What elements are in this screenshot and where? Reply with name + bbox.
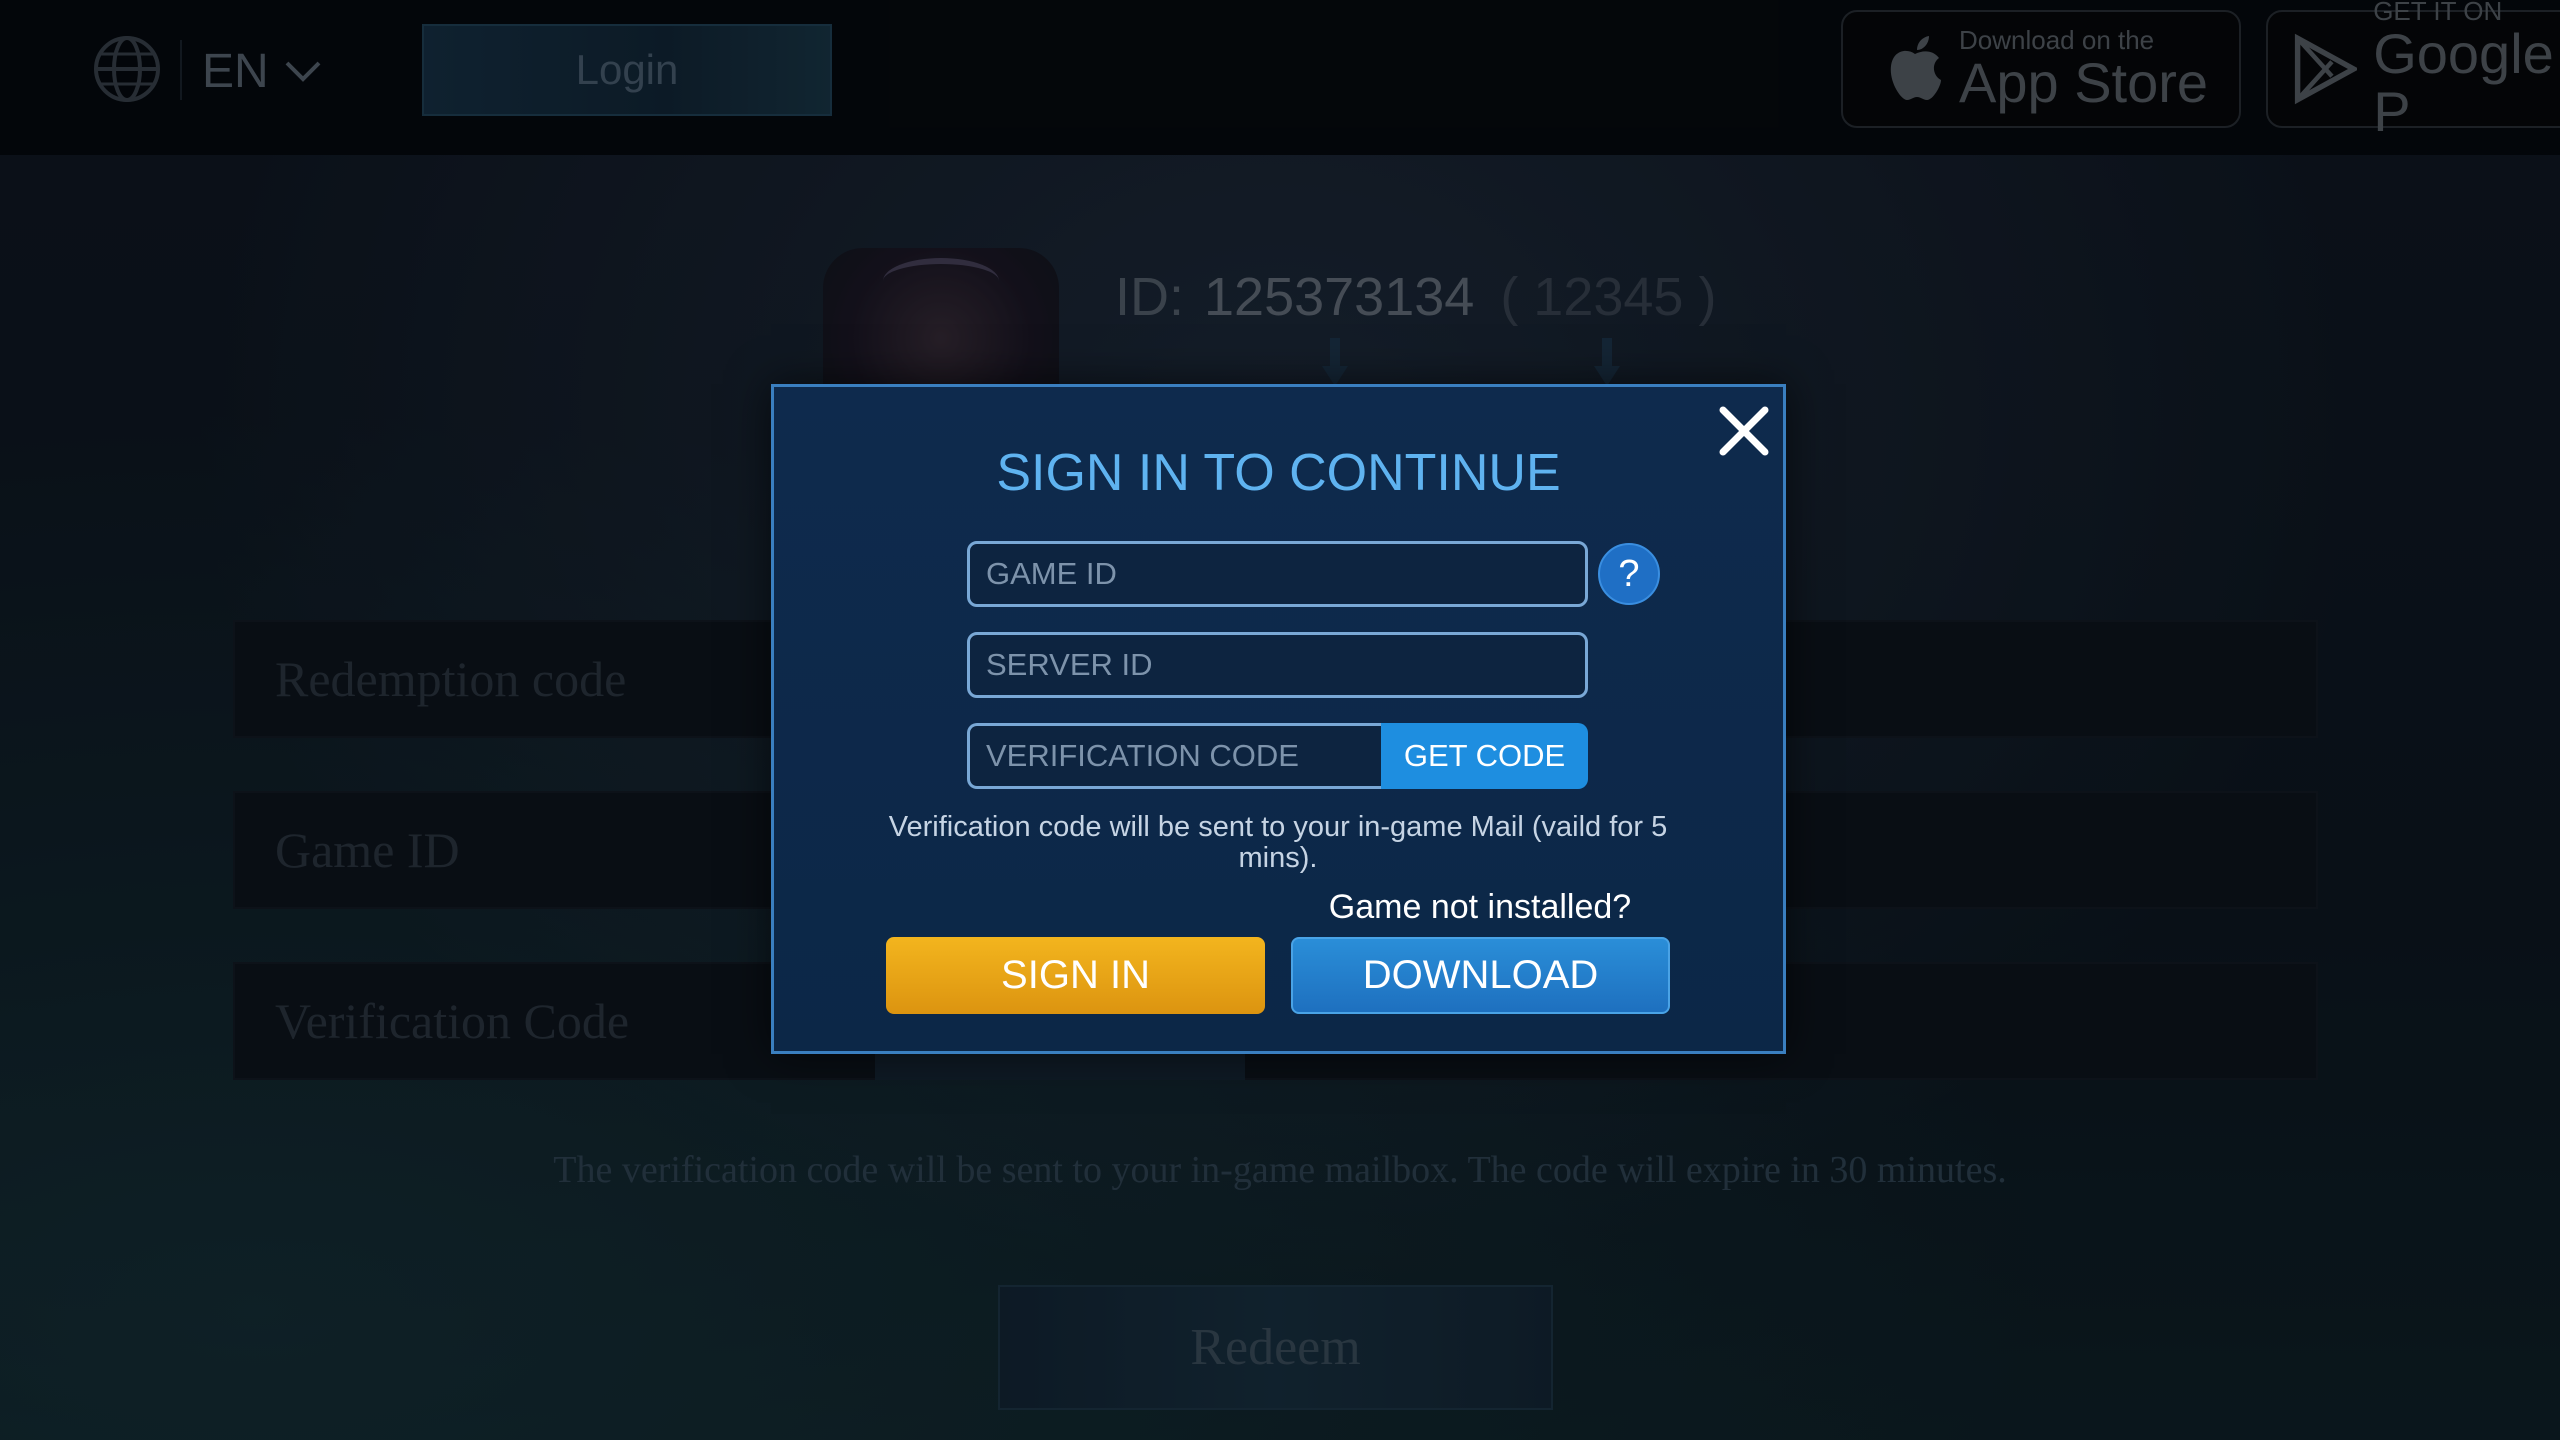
get-code-button[interactable]: GET CODE xyxy=(1381,723,1588,789)
sign-in-button[interactable]: SIGN IN xyxy=(886,937,1265,1014)
server-id-input[interactable]: SERVER ID xyxy=(967,632,1588,698)
server-id-input-placeholder: SERVER ID xyxy=(986,647,1153,682)
verification-code-input[interactable]: VERIFICATION CODE xyxy=(967,723,1383,789)
game-id-input-placeholder: GAME ID xyxy=(986,556,1117,591)
game-not-installed-text: Game not installed? xyxy=(1328,888,1632,926)
verification-code-input-placeholder: VERIFICATION CODE xyxy=(986,738,1299,773)
modal-title: SIGN IN TO CONTINUE xyxy=(996,444,1561,502)
modal-verification-note: Verification code will be sent to your i… xyxy=(888,811,1668,874)
download-button[interactable]: DOWNLOAD xyxy=(1291,937,1670,1014)
help-icon[interactable]: ? xyxy=(1598,543,1660,605)
game-id-input[interactable]: GAME ID xyxy=(967,541,1588,607)
